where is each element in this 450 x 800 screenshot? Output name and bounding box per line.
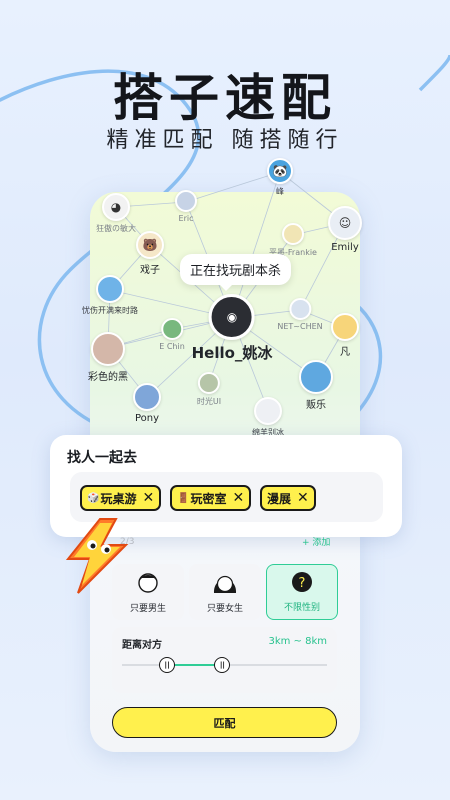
user-name: 忧伤开满来时路 bbox=[82, 306, 138, 315]
user-node[interactable]: Eric bbox=[175, 190, 197, 223]
user-node[interactable]: 凡 bbox=[331, 313, 359, 358]
network-lines bbox=[107, 171, 346, 411]
gender-option-female[interactable]: 只要女生 bbox=[189, 564, 261, 620]
question-face-icon: ? bbox=[292, 572, 312, 592]
user-node[interactable]: E Chin bbox=[159, 318, 185, 351]
user-name: Eric bbox=[178, 214, 194, 223]
avatar bbox=[198, 372, 220, 394]
close-icon[interactable]: ✕ bbox=[297, 490, 309, 506]
avatar bbox=[96, 275, 124, 303]
avatar: ◕ bbox=[102, 193, 130, 221]
distance-label: 距离对方 bbox=[122, 640, 162, 651]
user-node[interactable]: 🐼 峰 bbox=[267, 158, 293, 197]
tag-label: 玩桌游 bbox=[100, 491, 137, 506]
center-user-name: Hello_姚冰 bbox=[191, 344, 273, 362]
user-node[interactable]: 贩乐 bbox=[299, 360, 333, 411]
user-node[interactable]: 🐻 戏子 bbox=[136, 231, 164, 276]
user-node[interactable]: 彩色的黑 bbox=[88, 332, 128, 383]
tag-label: 玩密室 bbox=[190, 491, 227, 506]
distance-panel: 距离对方 3km ~ 8km || || bbox=[112, 627, 337, 693]
user-node[interactable]: 绵羊别冰 bbox=[252, 397, 284, 438]
card-title: 找人一起去 bbox=[67, 450, 137, 466]
center-user-node[interactable]: ◉ Hello_姚冰 bbox=[191, 294, 273, 363]
user-name: NET~CHEN bbox=[277, 322, 323, 331]
slider-handle-min[interactable]: || bbox=[159, 657, 176, 673]
user-name: 凡 bbox=[340, 347, 350, 358]
close-icon[interactable]: ✕ bbox=[142, 490, 154, 506]
user-name: Emily bbox=[331, 242, 359, 253]
user-node[interactable]: 时光UI bbox=[197, 372, 221, 407]
avatar bbox=[289, 298, 311, 320]
avatar bbox=[160, 318, 183, 340]
avatar: 🐻 bbox=[136, 231, 164, 259]
tag-comic-expo[interactable]: 漫展 ✕ bbox=[260, 485, 316, 511]
slider-handle-max[interactable]: || bbox=[214, 657, 231, 673]
match-button[interactable]: 匹配 bbox=[112, 707, 337, 738]
gender-option-any[interactable]: ? 不限性别 bbox=[266, 564, 338, 620]
avatar bbox=[299, 360, 333, 394]
gender-label: 只要女生 bbox=[206, 604, 243, 614]
tag-board-game[interactable]: 🎲 玩桌游 ✕ bbox=[80, 485, 162, 511]
door-icon: 🚪 bbox=[177, 492, 190, 504]
center-avatar: ◉ bbox=[208, 294, 255, 340]
avatar bbox=[133, 383, 161, 411]
user-name: 彩色的黑 bbox=[88, 372, 128, 383]
lightning-bolt-icon bbox=[65, 518, 129, 594]
user-name: 峰 bbox=[276, 187, 284, 196]
svg-text:?: ? bbox=[299, 576, 306, 591]
female-face-icon bbox=[213, 575, 237, 593]
avatar bbox=[254, 397, 282, 425]
tag-label: 漫展 bbox=[267, 491, 292, 506]
user-name: Pony bbox=[134, 413, 160, 424]
user-node[interactable]: Pony bbox=[133, 383, 161, 424]
avatar bbox=[331, 313, 359, 341]
user-name: E Chin bbox=[159, 342, 185, 351]
avatar bbox=[91, 332, 125, 366]
user-name: 戏子 bbox=[140, 265, 160, 276]
gender-label: 只要男生 bbox=[129, 604, 166, 614]
dice-icon: 🎲 bbox=[87, 492, 100, 504]
user-network: 🐼 峰 Eric ◕ 狂傲の敏大 平墨-Frankie ☺ Emily 🐻 戏子… bbox=[0, 0, 450, 440]
add-button[interactable]: + 添加 bbox=[302, 535, 330, 548]
user-node[interactable]: 忧伤开满来时路 bbox=[82, 275, 138, 316]
male-face-icon bbox=[138, 573, 158, 593]
user-name: 贩乐 bbox=[306, 400, 326, 411]
avatar: ☺ bbox=[328, 206, 362, 240]
user-node[interactable]: ☺ Emily bbox=[328, 206, 362, 253]
user-name: 时光UI bbox=[196, 397, 222, 406]
user-node[interactable]: NET~CHEN bbox=[277, 298, 323, 331]
user-node[interactable]: 平墨-Frankie bbox=[269, 223, 317, 258]
close-icon[interactable]: ✕ bbox=[232, 490, 244, 506]
user-node[interactable]: ◕ 狂傲の敏大 bbox=[96, 193, 136, 234]
avatar bbox=[281, 223, 304, 245]
avatar bbox=[175, 190, 197, 212]
avatar: 🐼 bbox=[267, 158, 293, 184]
user-name: 狂傲の敏大 bbox=[96, 224, 136, 233]
tag-escape-room[interactable]: 🚪 玩密室 ✕ bbox=[170, 485, 252, 511]
gender-label: 不限性别 bbox=[283, 603, 320, 613]
distance-value: 3km ~ 8km bbox=[268, 636, 327, 647]
status-bubble: 正在找玩剧本杀 bbox=[180, 254, 292, 291]
